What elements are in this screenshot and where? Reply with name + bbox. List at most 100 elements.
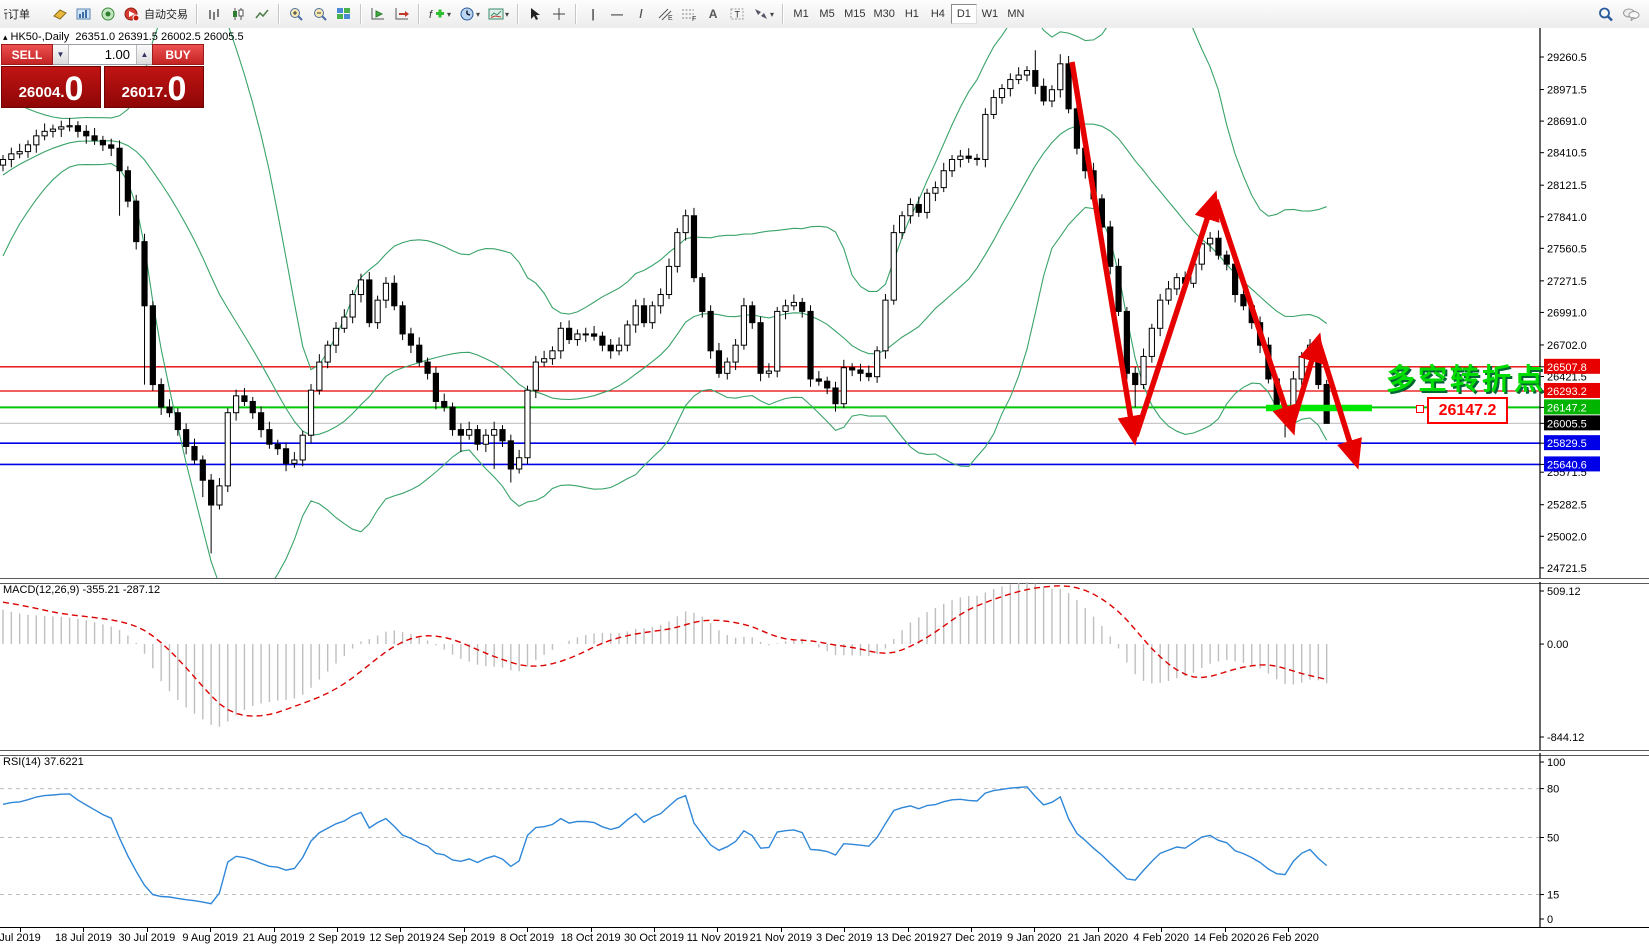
chart-shift-icon[interactable] <box>391 3 413 25</box>
zoom-out-icon[interactable] <box>309 3 331 25</box>
horizontal-line-tool[interactable]: — <box>606 3 628 25</box>
time-label: 11 Nov 2019 <box>686 932 749 944</box>
svg-text:50: 50 <box>1547 833 1559 845</box>
crosshair-tool[interactable] <box>548 3 570 25</box>
main-chart-panel[interactable]: 29260.5 28971.5 28691.0 28410.5 28121.5 27841… <box>0 28 1649 578</box>
time-label: 9 Aug 2019 <box>182 932 239 944</box>
sell-price-main: 26004 <box>18 84 61 101</box>
symbol-period-label: HK50-,Daily <box>10 31 70 43</box>
zoom-in-icon[interactable] <box>285 3 307 25</box>
svg-text:26991.0: 26991.0 <box>1547 307 1587 319</box>
time-label: 9 Jan 2020 <box>1007 932 1062 944</box>
time-label: 2 Sep 2019 <box>308 932 366 944</box>
time-label: 21 Aug 2019 <box>242 932 305 944</box>
svg-text:26005.5: 26005.5 <box>1547 418 1587 430</box>
candlestick-chart-icon[interactable] <box>227 3 249 25</box>
time-label: 30 Jul 2019 <box>118 932 176 944</box>
svg-text:509.12: 509.12 <box>1547 586 1581 598</box>
arrows-tool[interactable]: ▾ <box>750 3 777 25</box>
chart-area: 29260.5 28971.5 28691.0 28410.5 28121.5 27841… <box>0 28 1649 946</box>
svg-text:0: 0 <box>1547 914 1553 926</box>
timeframe-m1[interactable]: M1 <box>788 4 814 24</box>
timeframe-m15[interactable]: M15 <box>840 4 869 24</box>
time-label: 8 Oct 2019 <box>500 932 555 944</box>
svg-text:T: T <box>735 10 741 20</box>
svg-text:24721.5: 24721.5 <box>1547 563 1587 575</box>
time-label: 4 Feb 2020 <box>1133 932 1190 944</box>
symbol-icon: ▴ <box>3 32 8 42</box>
time-label: 3 Dec 2019 <box>816 932 873 944</box>
sell-price-big-digit: 0 <box>64 70 84 109</box>
volume-increase-button[interactable]: ▲ <box>136 45 152 64</box>
svg-text:29260.5: 29260.5 <box>1547 52 1587 64</box>
one-click-trading-panel: SELL ▼ 1.00 ▲ BUY 26004. 0 26017. 0 <box>1 44 204 108</box>
timeframe-group: M1 M5 M15 M30 H1 H4 D1 W1 MN <box>788 4 1029 24</box>
time-label: 14 Feb 2020 <box>1193 932 1256 944</box>
svg-text:E: E <box>668 15 673 21</box>
templates-icon[interactable]: ▾ <box>485 3 512 25</box>
line-chart-icon[interactable] <box>251 3 273 25</box>
timeframe-m30[interactable]: M30 <box>869 4 898 24</box>
rsi-caption: RSI(14) 37.6221 <box>3 756 84 768</box>
timeframe-w1[interactable]: W1 <box>977 4 1003 24</box>
charts-icon[interactable] <box>73 3 95 25</box>
separator <box>418 4 420 24</box>
chat-icon[interactable] <box>1619 3 1643 25</box>
fibonacci-tool[interactable]: F <box>678 3 700 25</box>
expert-advisors-icon[interactable] <box>97 3 119 25</box>
timeframe-m5[interactable]: M5 <box>814 4 840 24</box>
svg-text:25002.0: 25002.0 <box>1547 531 1587 543</box>
svg-text:26147.2: 26147.2 <box>1547 402 1587 414</box>
timeframe-d1[interactable]: D1 <box>950 4 977 24</box>
separator <box>196 4 198 24</box>
svg-text:27841.0: 27841.0 <box>1547 212 1587 224</box>
equidistant-channel-tool[interactable]: E <box>654 3 676 25</box>
tile-windows-icon[interactable] <box>333 3 355 25</box>
svg-text:26293.2: 26293.2 <box>1547 386 1587 398</box>
time-label: Jul 2019 <box>0 932 41 944</box>
svg-text:F: F <box>692 16 696 21</box>
time-label: 24 Sep 2019 <box>432 932 495 944</box>
mt4-terminal: 新订单 自动交易 <box>0 0 1649 946</box>
time-axis[interactable]: Jul 2019 18 Jul 2019 30 Jul 2019 9 Aug 2019… <box>0 927 1649 946</box>
periods-icon[interactable]: ▾ <box>456 3 483 25</box>
buy-price-main: 26017 <box>121 84 164 101</box>
sell-button[interactable]: SELL <box>1 44 53 65</box>
new-order-label: 新订单 <box>4 9 30 21</box>
volume-input[interactable]: 1.00 <box>69 45 136 64</box>
trendline-tool[interactable]: / <box>630 3 652 25</box>
time-label: 12 Sep 2019 <box>369 932 432 944</box>
cursor-tool[interactable] <box>524 3 546 25</box>
chevron-down-icon: ▾ <box>447 9 452 19</box>
vertical-line-tool[interactable]: | <box>582 3 604 25</box>
annotation-anchor[interactable] <box>1416 405 1424 413</box>
text-label-tool[interactable]: T <box>726 3 748 25</box>
search-icon[interactable] <box>1595 3 1617 25</box>
annotation-price-label[interactable]: 26147.2 <box>1427 397 1508 424</box>
new-order-icon[interactable] <box>49 3 71 25</box>
timeframe-h1[interactable]: H1 <box>899 4 925 24</box>
timeframe-mn[interactable]: MN <box>1003 4 1029 24</box>
autotrading-button[interactable]: 自动交易 <box>121 3 191 25</box>
annotation-text[interactable]: 多空转折点 <box>1386 356 1546 398</box>
volume-stepper: ▼ 1.00 ▲ <box>53 44 152 65</box>
buy-button[interactable]: BUY <box>152 44 204 65</box>
svg-text:100: 100 <box>1547 757 1565 769</box>
autotrading-label: 自动交易 <box>144 9 188 21</box>
timeframe-h4[interactable]: H4 <box>925 4 951 24</box>
rsi-panel[interactable]: 100 80 50 15 0 <box>0 753 1649 927</box>
volume-decrease-button[interactable]: ▼ <box>53 45 69 64</box>
auto-scroll-icon[interactable] <box>367 3 389 25</box>
new-order-button[interactable]: 新订单 <box>1 3 47 25</box>
text-tool[interactable]: A <box>702 3 724 25</box>
macd-panel[interactable]: 509.12 0.00 -844.12 <box>0 582 1649 750</box>
separator <box>517 4 520 24</box>
svg-text:f: f <box>429 9 433 21</box>
indicators-add-icon[interactable]: f ▾ <box>425 3 454 25</box>
buy-price-display[interactable]: 26017. 0 <box>104 66 204 108</box>
svg-text:28691.0: 28691.0 <box>1547 116 1587 128</box>
macd-caption: MACD(12,26,9) -355.21 -287.12 <box>3 584 161 596</box>
sell-price-display[interactable]: 26004. 0 <box>1 66 101 108</box>
separator <box>782 4 785 24</box>
bar-chart-icon[interactable] <box>203 3 225 25</box>
